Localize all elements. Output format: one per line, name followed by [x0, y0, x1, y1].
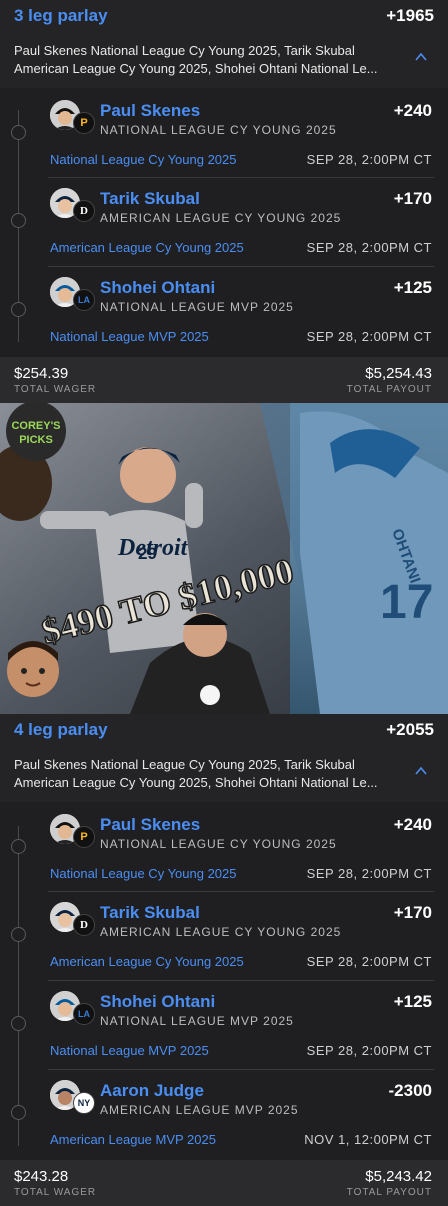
parlay-odds: +1965	[386, 6, 434, 25]
team-logo-text: NY	[77, 1098, 91, 1108]
leg-row[interactable]: LA Shohei Ohtani NATIONAL LEAGUE MVP 202…	[0, 267, 448, 355]
logo-line2-text: PICKS	[19, 434, 53, 446]
leg-market-link[interactable]: American League MVP 2025	[50, 1132, 216, 1147]
leg-market-link[interactable]: National League MVP 2025	[50, 1043, 209, 1058]
team-logo-icon: LA	[73, 1003, 95, 1025]
leg-selection: NATIONAL LEAGUE MVP 2025	[100, 300, 294, 314]
team-logo-icon: NY	[73, 1092, 95, 1114]
leg-selection: AMERICAN LEAGUE CY YOUNG 2025	[100, 211, 342, 225]
leg-odds: +240	[393, 815, 432, 834]
leg-player-name: Shohei Ohtani	[100, 992, 216, 1011]
parlay-title: 3 leg parlay	[14, 6, 108, 25]
leg-selection: NATIONAL LEAGUE CY YOUNG 2025	[100, 123, 337, 137]
promo-artwork: Detroit 29 OHTANI 17 COREY'S PICKS $490 …	[0, 403, 448, 714]
leg-player-name: Shohei Ohtani	[100, 278, 216, 297]
leg-odds: -2300	[388, 1081, 432, 1100]
total-wager-label: TOTAL WAGER	[14, 384, 97, 395]
parlay-card-3-leg[interactable]: 3 leg parlay +1965 Paul Skenes National …	[0, 0, 448, 403]
leg-player-name: Paul Skenes	[100, 815, 201, 834]
team-logo-icon: P	[73, 826, 95, 848]
team-logo-icon: P	[73, 112, 95, 134]
leg-player-name: Aaron Judge	[100, 1081, 204, 1100]
leg-market-link[interactable]: National League MVP 2025	[50, 329, 209, 344]
leg-dot-icon	[11, 927, 26, 942]
leg-event-date: SEP 28, 2:00PM CT	[306, 329, 432, 344]
leg-odds: +170	[393, 903, 432, 922]
leg-event-date: SEP 28, 2:00PM CT	[306, 152, 432, 167]
total-payout-label: TOTAL PAYOUT	[346, 1187, 432, 1198]
leg-event-date: SEP 28, 2:00PM CT	[306, 1043, 432, 1058]
leg-row[interactable]: P Paul Skenes NATIONAL LEAGUE CY YOUNG 2…	[0, 804, 448, 892]
leg-selection: NATIONAL LEAGUE MVP 2025	[100, 1014, 294, 1028]
total-wager-label: TOTAL WAGER	[14, 1187, 97, 1198]
parlay-odds: +2055	[386, 720, 434, 739]
leg-dot-icon	[11, 125, 26, 140]
leg-selection: NATIONAL LEAGUE CY YOUNG 2025	[100, 837, 337, 851]
team-logo-icon: D	[73, 200, 95, 222]
total-wager-value: $243.28	[14, 1168, 69, 1185]
leg-dot-icon	[11, 213, 26, 228]
total-payout-value: $5,254.43	[365, 365, 432, 382]
parlay-card-4-leg[interactable]: 4 leg parlay +2055 Paul Skenes National …	[0, 714, 448, 1206]
leg-row[interactable]: P Paul Skenes NATIONAL LEAGUE CY YOUNG 2…	[0, 90, 448, 178]
parlay-description-line: Paul Skenes National League Cy Young 202…	[14, 757, 355, 772]
leg-market-link[interactable]: National League Cy Young 2025	[50, 866, 237, 881]
jersey-number-29-text: 29	[138, 544, 157, 563]
leg-odds: +170	[393, 189, 432, 208]
leg-selection: AMERICAN LEAGUE MVP 2025	[100, 1103, 299, 1117]
leg-row[interactable]: LA Shohei Ohtani NATIONAL LEAGUE MVP 202…	[0, 981, 448, 1069]
parlay-description-line: Paul Skenes National League Cy Young 202…	[14, 43, 355, 58]
leg-dot-icon	[11, 1105, 26, 1120]
leg-event-date: SEP 28, 2:00PM CT	[306, 866, 432, 881]
total-wager-value: $254.39	[14, 365, 69, 382]
parlay-description: Paul Skenes National League Cy Young 202…	[14, 42, 394, 78]
leg-event-date: SEP 28, 2:00PM CT	[306, 240, 432, 255]
logo-line1-text: COREY'S	[11, 420, 60, 432]
leg-player-name: Tarik Skubal	[100, 903, 200, 922]
chevron-up-icon[interactable]	[414, 764, 428, 778]
coreys-picks-logo	[6, 403, 66, 461]
leg-market-link[interactable]: National League Cy Young 2025	[50, 152, 237, 167]
leg-market-link[interactable]: American League Cy Young 2025	[50, 240, 244, 255]
leg-market-link[interactable]: American League Cy Young 2025	[50, 954, 244, 969]
leg-player-name: Tarik Skubal	[100, 189, 200, 208]
chevron-up-icon[interactable]	[414, 50, 428, 64]
leg-selection: AMERICAN LEAGUE CY YOUNG 2025	[100, 925, 342, 939]
parlay-title: 4 leg parlay	[14, 720, 108, 739]
leg-row[interactable]: D Tarik Skubal AMERICAN LEAGUE CY YOUNG …	[0, 892, 448, 980]
leg-player-name: Paul Skenes	[100, 101, 201, 120]
total-payout-value: $5,243.42	[365, 1168, 432, 1185]
parlay-footer: $243.28 TOTAL WAGER $5,243.42 TOTAL PAYO…	[0, 1160, 448, 1206]
parlay-footer: $254.39 TOTAL WAGER $5,254.43 TOTAL PAYO…	[0, 357, 448, 403]
parlay-header[interactable]: 3 leg parlay +1965 Paul Skenes National …	[0, 0, 448, 88]
leg-dot-icon	[11, 302, 26, 317]
total-payout-label: TOTAL PAYOUT	[346, 384, 432, 395]
leg-odds: +125	[393, 278, 432, 297]
parlay-header[interactable]: 4 leg parlay +2055 Paul Skenes National …	[0, 714, 448, 802]
jersey-number-17-text: 17	[380, 576, 433, 629]
leg-row[interactable]: D Tarik Skubal AMERICAN LEAGUE CY YOUNG …	[0, 178, 448, 266]
team-logo-icon: LA	[73, 289, 95, 311]
leg-dot-icon	[11, 839, 26, 854]
parlay-description: Paul Skenes National League Cy Young 202…	[14, 756, 394, 792]
leg-dot-icon	[11, 1016, 26, 1031]
promo-banner-image: Detroit 29 OHTANI 17 COREY'S PICKS $490 …	[0, 403, 448, 714]
leg-odds: +240	[393, 101, 432, 120]
leg-row[interactable]: NY Aaron Judge AMERICAN LEAGUE MVP 2025 …	[0, 1070, 448, 1158]
leg-odds: +125	[393, 992, 432, 1011]
parlay-description-line: American League Cy Young 2025, Shohei Oh…	[14, 61, 378, 76]
leg-event-date: NOV 1, 12:00PM CT	[304, 1132, 432, 1147]
team-logo-icon: D	[73, 914, 95, 936]
parlay-description-line: American League Cy Young 2025, Shohei Oh…	[14, 775, 378, 790]
leg-event-date: SEP 28, 2:00PM CT	[306, 954, 432, 969]
